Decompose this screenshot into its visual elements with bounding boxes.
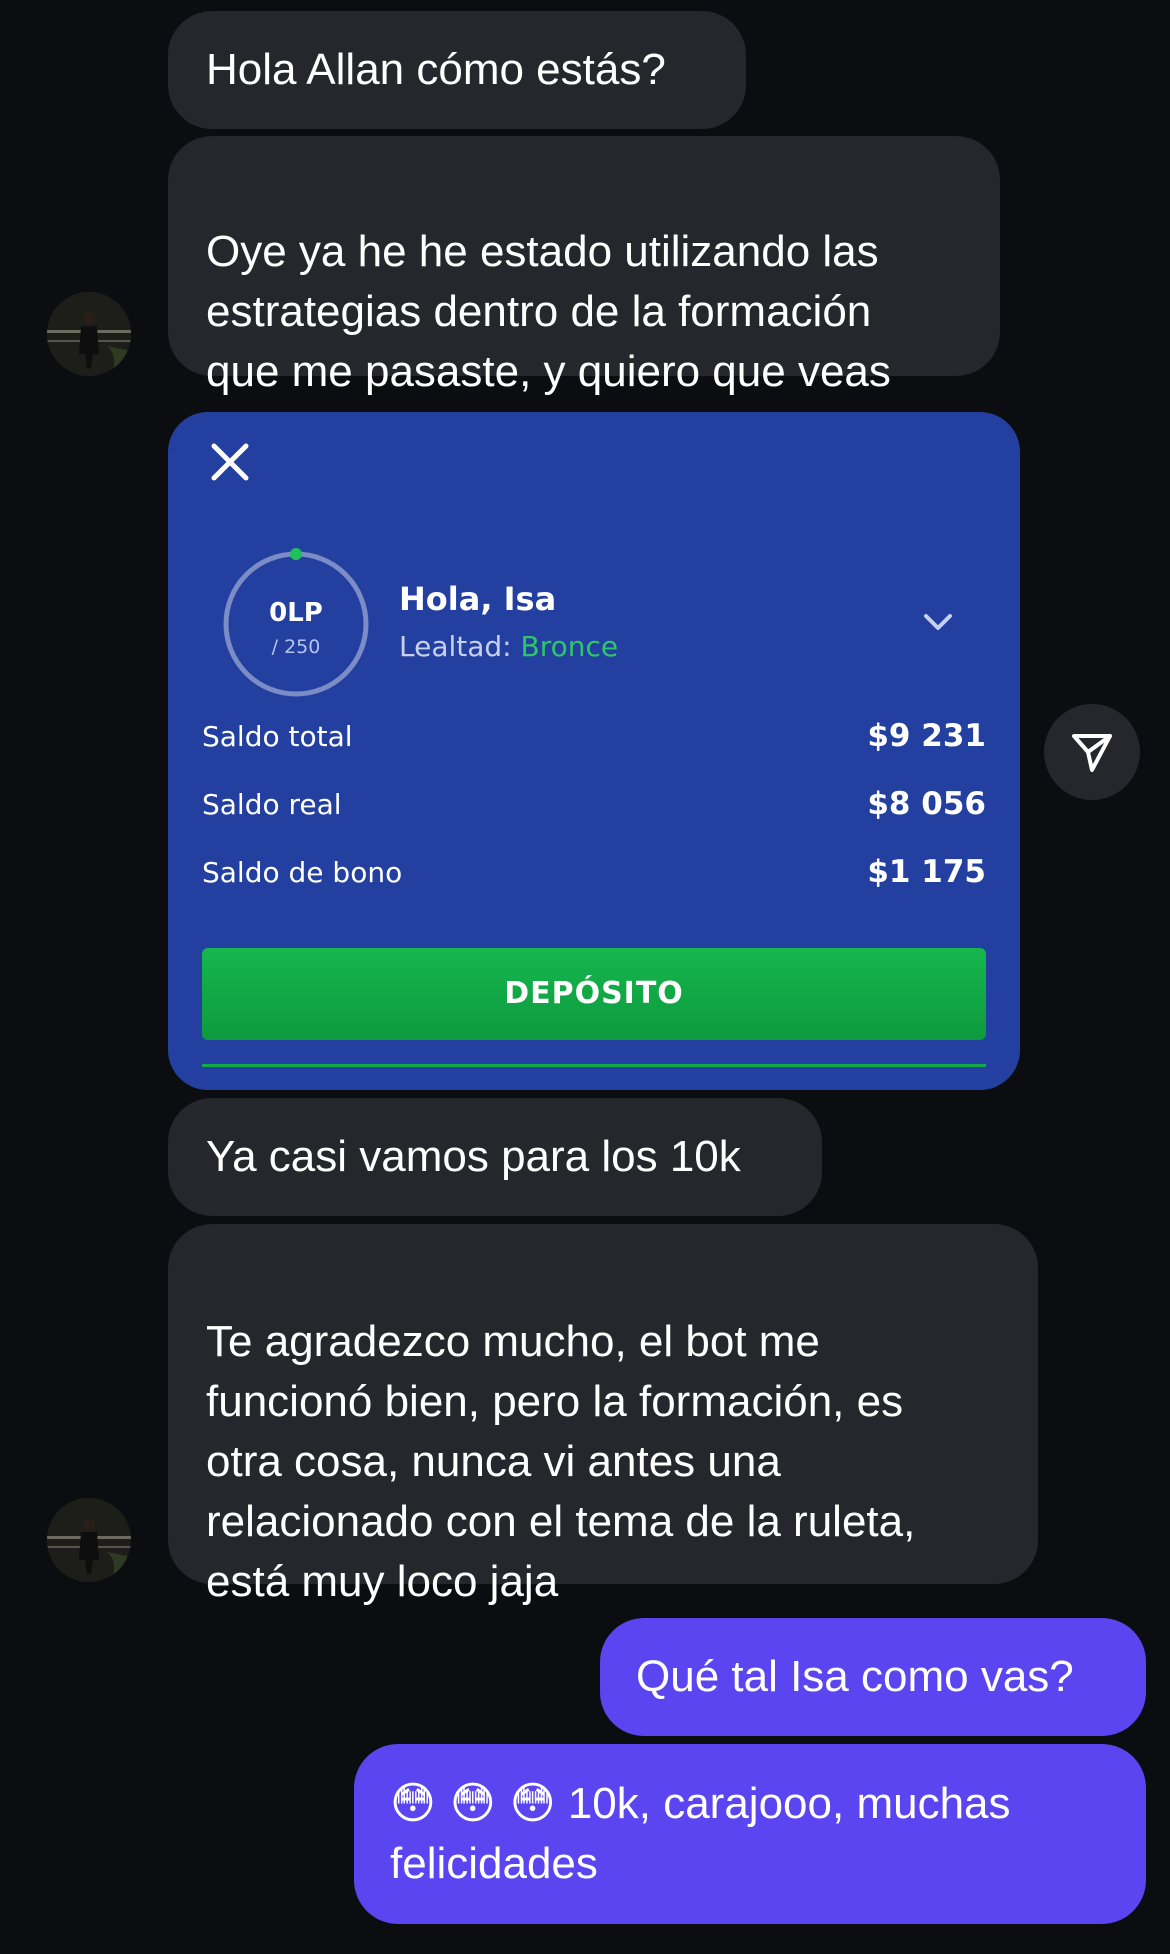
avatar-image <box>47 1498 131 1582</box>
message-text: Ya casi vamos para los 10k <box>206 1132 741 1181</box>
loyalty-label: Lealtad: <box>399 630 521 663</box>
message-text: Qué tal Isa como vas? <box>636 1652 1074 1701</box>
avatar[interactable] <box>47 292 131 376</box>
balance-real-label: Saldo real <box>202 788 342 821</box>
flushed-face-emoji: 😳 😳 😳 <box>390 1778 556 1829</box>
message-bubble-incoming[interactable]: Ya casi vamos para los 10k <box>168 1098 822 1216</box>
balance-total-value: $9 231 <box>867 718 986 754</box>
balance-real-value: $8 056 <box>867 786 986 822</box>
deposit-button[interactable]: DEPÓSITO <box>202 948 986 1040</box>
message-text: Te agradezco mucho, el bot me funcionó b… <box>206 1317 916 1606</box>
chevron-down-icon[interactable] <box>920 608 956 636</box>
shared-balance-card[interactable]: 0LP / 250 Hola, Isa Lealtad: Bronce Sald… <box>168 412 1020 1090</box>
greeting: Hola, Isa <box>399 580 557 618</box>
message-text: Hola Allan cómo estás? <box>206 45 666 94</box>
message-text: Oye ya he he estado utilizando las estra… <box>206 227 891 396</box>
message-bubble-incoming[interactable]: Te agradezco mucho, el bot me funcionó b… <box>168 1224 1038 1606</box>
balance-bonus-label: Saldo de bono <box>202 856 403 889</box>
send-icon <box>1072 734 1112 772</box>
message-bubble-outgoing[interactable]: 😳 😳 😳 10k, carajooo, muchas felicidades <box>354 1744 1146 1924</box>
loyalty-status: Lealtad: Bronce <box>399 630 618 663</box>
share-button[interactable] <box>1044 704 1140 800</box>
divider <box>202 1064 986 1067</box>
avatar[interactable] <box>47 1498 131 1582</box>
close-icon[interactable] <box>204 436 256 488</box>
balance-bonus-value: $1 175 <box>867 854 986 890</box>
message-text: felicidades <box>390 1839 598 1888</box>
message-bubble-outgoing[interactable]: Qué tal Isa como vas? <box>600 1618 1146 1736</box>
message-bubble-incoming[interactable]: Oye ya he he estado utilizando las estra… <box>168 136 1000 396</box>
avatar-image <box>47 292 131 376</box>
message-line: 😳 😳 😳 10k, carajooo, muchas <box>390 1774 1110 1834</box>
balance-total-label: Saldo total <box>202 720 353 753</box>
message-bubble-incoming[interactable]: Hola Allan cómo estás? <box>168 11 746 129</box>
loyalty-level: Bronce <box>520 630 619 663</box>
message-text: 10k, carajooo, muchas <box>555 1779 1011 1828</box>
loyalty-points-value: 0LP <box>269 598 323 628</box>
loyalty-points-max: / 250 <box>271 636 321 658</box>
